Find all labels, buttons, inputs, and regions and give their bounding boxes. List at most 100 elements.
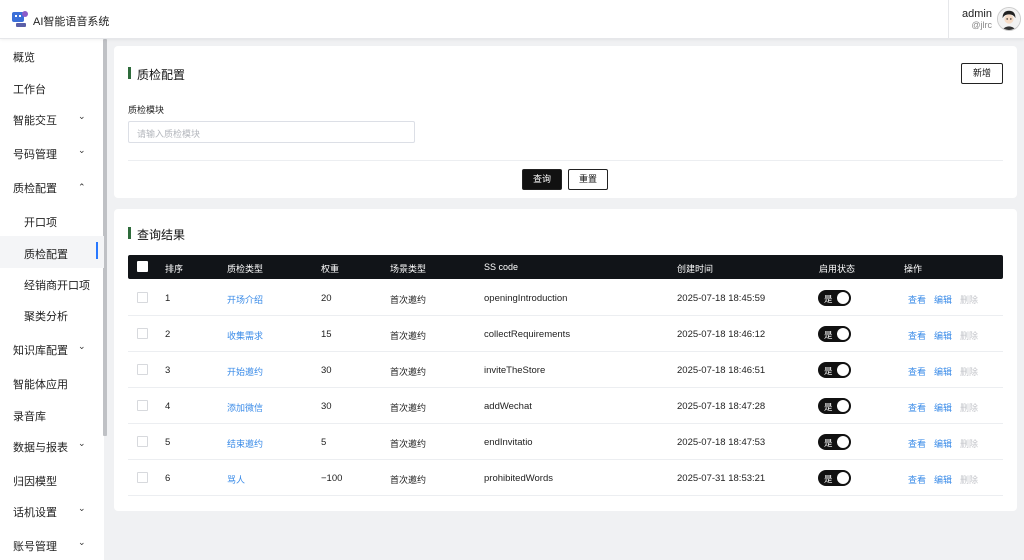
app-title: AI智能语音系统 [33, 16, 110, 28]
row-checkbox[interactable] [137, 364, 148, 375]
query-button[interactable]: 查询 [522, 169, 562, 190]
delete-link[interactable]: 删除 [960, 365, 978, 378]
status-toggle[interactable]: 是 [818, 290, 851, 306]
sidebar-item-qc-config[interactable]: 质检配置 [0, 236, 104, 268]
row-checkbox[interactable] [137, 400, 148, 411]
sidebar-item-label: 知识库配置 [13, 345, 68, 357]
sidebar-item-cluster[interactable]: 聚类分析 [0, 298, 104, 330]
order-cell: 2 [165, 329, 171, 340]
delete-link[interactable]: 删除 [960, 329, 978, 342]
type-link[interactable]: 收集需求 [227, 329, 263, 342]
status-toggle[interactable]: 是 [818, 398, 851, 414]
row-checkbox[interactable] [137, 472, 148, 483]
user-menu[interactable]: admin @jlrc [948, 0, 1024, 39]
select-all-checkbox[interactable] [137, 261, 148, 272]
sidebar-item-label: 数据与报表 [13, 442, 68, 454]
user-handle: @jlrc [971, 20, 992, 30]
toggle-knob [837, 328, 849, 340]
created-cell: 2025-07-31 18:53:21 [677, 473, 766, 484]
table-row: 3 开始邀约 30 首次邀约 inviteTheStore 2025-07-18… [128, 352, 1003, 388]
view-link[interactable]: 查看 [908, 329, 926, 342]
edit-link[interactable]: 编辑 [934, 365, 952, 378]
sidebar-item-interaction[interactable]: 智能交互 ⌄ [0, 102, 104, 134]
scene-cell: 首次邀约 [390, 439, 427, 449]
created-cell: 2025-07-18 18:47:28 [677, 401, 766, 412]
avatar[interactable] [997, 7, 1021, 31]
chevron-down-icon: ⌄ [78, 111, 86, 121]
view-link[interactable]: 查看 [908, 365, 926, 378]
sidebar-item-label: 话机设置 [13, 507, 57, 519]
weight-cell: −100 [321, 473, 343, 484]
sidebar-item-label: 录音库 [13, 411, 46, 423]
view-link[interactable]: 查看 [908, 401, 926, 414]
created-cell: 2025-07-18 18:46:12 [677, 329, 766, 340]
sidebar-item-workbench[interactable]: 工作台 [0, 71, 104, 103]
add-button[interactable]: 新增 [961, 63, 1003, 84]
delete-link[interactable]: 删除 [960, 437, 978, 450]
status-toggle[interactable]: 是 [818, 470, 851, 486]
toggle-knob [837, 364, 849, 376]
view-link[interactable]: 查看 [908, 293, 926, 306]
sidebar-item-agent[interactable]: 智能体应用 [0, 366, 104, 398]
table-header: 排序 质检类型 权重 场景类型 SS code 创建时间 启用状态 操作 [128, 255, 1003, 279]
toggle-knob [837, 400, 849, 412]
row-checkbox[interactable] [137, 292, 148, 303]
status-toggle[interactable]: 是 [818, 434, 851, 450]
column-header: 启用状态 [819, 264, 856, 274]
code-cell: collectRequirements [484, 329, 571, 340]
weight-cell: 20 [321, 293, 332, 304]
sidebar-item-qc[interactable]: 质检配置 ⌃ [0, 170, 104, 202]
status-toggle[interactable]: 是 [818, 326, 851, 342]
edit-link[interactable]: 编辑 [934, 437, 952, 450]
sidebar-item-numbers[interactable]: 号码管理 ⌄ [0, 136, 104, 168]
order-cell: 4 [165, 401, 171, 412]
sidebar-item-dealer-opening[interactable]: 经销商开口项 [0, 267, 104, 299]
qc-module-input[interactable]: 请输入质检模块 [128, 121, 415, 143]
type-link[interactable]: 骂人 [227, 473, 245, 486]
view-link[interactable]: 查看 [908, 473, 926, 486]
sidebar-item-label: 质检配置 [13, 183, 57, 195]
weight-cell: 30 [321, 365, 332, 376]
row-checkbox[interactable] [137, 436, 148, 447]
code-cell: addWechat [484, 401, 532, 412]
sidebar-item-opening[interactable]: 开口项 [0, 204, 104, 236]
type-link[interactable]: 添加微信 [227, 401, 263, 414]
chevron-down-icon: ⌄ [78, 438, 86, 448]
order-cell: 6 [165, 473, 171, 484]
edit-link[interactable]: 编辑 [934, 401, 952, 414]
type-link[interactable]: 结束邀约 [227, 437, 263, 450]
filter-title: 质检配置 [128, 66, 185, 83]
sidebar-item-accounts[interactable]: 账号管理 ⌄ [0, 528, 104, 560]
sidebar-item-recordings[interactable]: 录音库 [0, 398, 104, 430]
created-cell: 2025-07-18 18:46:51 [677, 365, 766, 376]
edit-link[interactable]: 编辑 [934, 293, 952, 306]
toggle-label: 是 [824, 294, 833, 304]
sidebar-item-attribution[interactable]: 归因模型 [0, 463, 104, 495]
delete-link[interactable]: 删除 [960, 473, 978, 486]
delete-link[interactable]: 删除 [960, 401, 978, 414]
sidebar-item-reports[interactable]: 数据与报表 ⌄ [0, 429, 104, 461]
sidebar-item-knowledge[interactable]: 知识库配置 ⌄ [0, 332, 104, 364]
sidebar-item-overview[interactable]: 概览 [0, 39, 104, 71]
sidebar-item-phone[interactable]: 话机设置 ⌄ [0, 494, 104, 526]
sidebar-item-label: 智能交互 [13, 115, 57, 127]
chevron-down-icon: ⌄ [78, 145, 86, 155]
sidebar-item-label: 经销商开口项 [24, 280, 90, 292]
order-cell: 5 [165, 437, 171, 448]
column-header: 质检类型 [227, 264, 264, 274]
divider [128, 160, 1003, 161]
results-title: 查询结果 [128, 226, 185, 243]
scene-cell: 首次邀约 [390, 475, 427, 485]
weight-cell: 30 [321, 401, 332, 412]
row-checkbox[interactable] [137, 328, 148, 339]
order-cell: 1 [165, 293, 171, 304]
edit-link[interactable]: 编辑 [934, 329, 952, 342]
status-toggle[interactable]: 是 [818, 362, 851, 378]
delete-link[interactable]: 删除 [960, 293, 978, 306]
reset-button[interactable]: 重置 [568, 169, 608, 190]
type-link[interactable]: 开场介绍 [227, 293, 263, 306]
type-link[interactable]: 开始邀约 [227, 365, 263, 378]
view-link[interactable]: 查看 [908, 437, 926, 450]
edit-link[interactable]: 编辑 [934, 473, 952, 486]
app-logo-icon [12, 11, 28, 27]
